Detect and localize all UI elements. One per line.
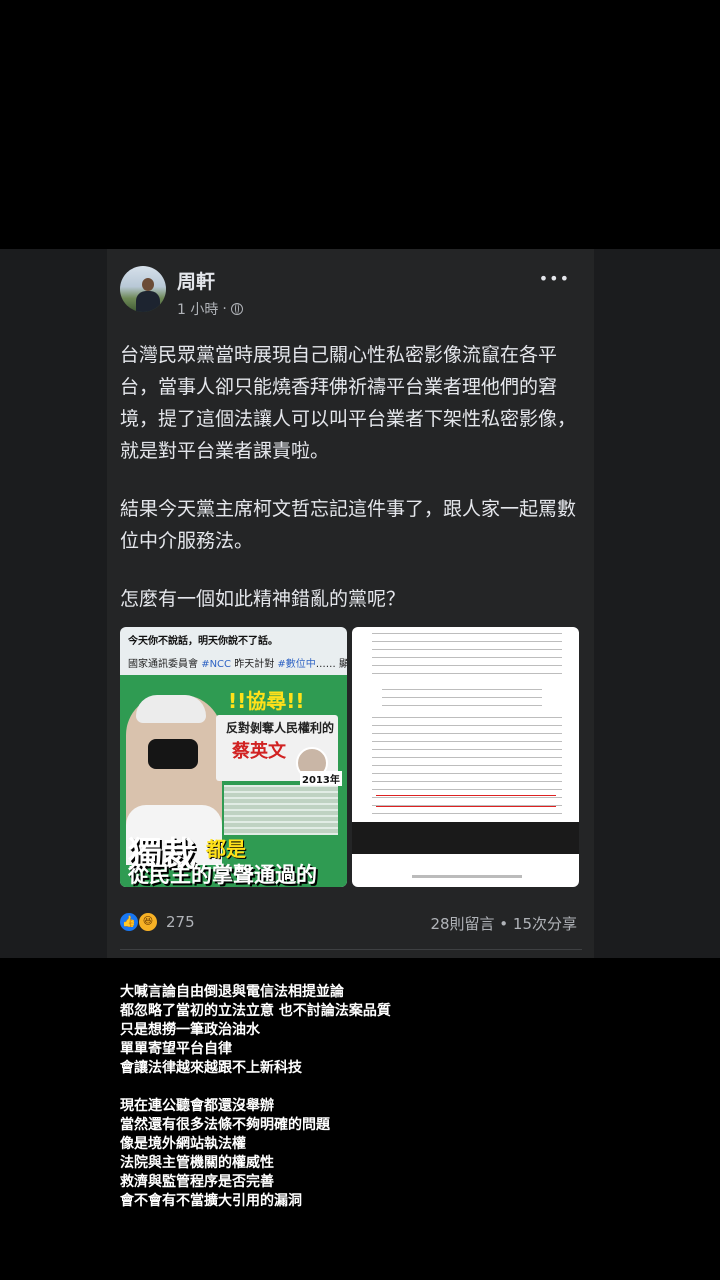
post-paragraph-3: 怎麼有一個如此精神錯亂的黨呢？ [120, 588, 406, 610]
poster-subtitle: 反對剝奪人民權利的 [226, 721, 335, 735]
poster-quote-text [224, 785, 338, 835]
photo-caption-prefix: 國家通訊委員會 [128, 659, 202, 670]
poster-graphic: !!協尋!! 反對剝奪人民權利的 蔡英文 2013年 獨裁 都是 從民主的掌聲通… [120, 675, 347, 887]
caption-line: 會讓法律越來越跟不上新科技 [120, 1060, 302, 1076]
avatar-person-head [142, 278, 154, 291]
caption-line: 大喊言論自由倒退與電信法相提並論 [120, 984, 344, 1000]
poster-name: 蔡英文 [232, 741, 286, 762]
caption-line: 現在連公聽會都還沒舉辦 [120, 1098, 274, 1114]
globe-icon[interactable] [230, 303, 243, 315]
caption-line: 法院與主管機關的權威性 [120, 1155, 274, 1171]
photo-caption-mid: 昨天計對 [231, 659, 278, 670]
poster-year: 2013年 [300, 771, 342, 786]
avatar[interactable] [120, 266, 166, 312]
post-photo-right[interactable] [352, 627, 579, 887]
author-name[interactable]: 周軒 [177, 267, 215, 294]
hashtag-ncc: #NCC [201, 659, 232, 670]
reactions-summary[interactable]: 👍 😆 275 [120, 912, 195, 932]
avatar-person-body [136, 291, 160, 312]
post-meta: 1 小時 · [177, 299, 243, 319]
reaction-count: 275 [166, 913, 195, 931]
photo-caption-line-2: 國家通訊委員會 #NCC 昨天計對 #數位中…… 顯示更多 [128, 655, 347, 670]
caption-line: 會不會有不當擴大引用的漏洞 [120, 1193, 302, 1209]
document-footer [412, 875, 522, 878]
post-time[interactable]: 1 小時 [177, 299, 218, 319]
hashtag-digital: #數位中 [277, 659, 316, 670]
caption-line: 單單寄望平台自律 [120, 1041, 232, 1057]
poster-alert: !!協尋!! [228, 689, 305, 713]
haha-reaction-icon: 😆 [138, 912, 158, 932]
like-reaction-icon: 👍 [120, 913, 138, 931]
caption-line: 當然還有很多法條不夠明確的問題 [120, 1117, 330, 1133]
caption-line: 只是想撈一筆政治油水 [120, 1022, 260, 1038]
caption-line: 像是境外網站執法權 [120, 1136, 246, 1152]
overlay-caption: 大喊言論自由倒退與電信法相提並論 都忽略了當初的立法立意 也不討論法案品質 只是… [120, 983, 680, 1211]
action-divider [120, 949, 582, 950]
post-photo-left[interactable]: 今天你不說話，明天你說不了話。 國家通訊委員會 #NCC 昨天計對 #數位中……… [120, 627, 347, 887]
post-body: 台灣民眾黨當時展現自己關心性私密影像流竄在各平台，當事人卻只能燒香拜佛祈禱平台業… [120, 339, 582, 641]
more-options-icon[interactable]: ••• [539, 271, 570, 287]
poster-person-mask [148, 739, 198, 769]
comments-shares-count[interactable]: 28則留言 • 15次分享 [430, 913, 577, 934]
photo-caption-line: 今天你不說話，明天你說不了話。 [128, 636, 278, 647]
post-paragraph-1: 台灣民眾黨當時展現自己關心性私密影像流竄在各平台，當事人卻只能燒香拜佛祈禱平台業… [120, 344, 577, 462]
poster-headline-2: 都是 [206, 837, 246, 861]
poster-person-hair [136, 695, 206, 723]
caption-line: 救濟與監管程序是否完善 [120, 1174, 274, 1190]
poster-bottom-line: 從民主的掌聲通過的 [128, 863, 317, 887]
post-paragraph-2: 結果今天黨主席柯文哲忘記這件事了，跟人家一起罵數位中介服務法。 [120, 498, 577, 552]
document-text-block [372, 633, 562, 679]
caption-line: 都忽略了當初的立法立意 也不討論法案品質 [120, 1003, 391, 1019]
meta-separator: · [222, 301, 227, 317]
document-page-break [352, 822, 579, 854]
document-highlight [376, 795, 556, 807]
photo-caption-suffix: …… 顯示更多 [315, 659, 347, 670]
facebook-post-card: 周軒 1 小時 · ••• 台灣民眾黨當時展現自己關心性私密影像流竄在各平台，當… [107, 249, 594, 958]
document-text-block [382, 689, 542, 707]
